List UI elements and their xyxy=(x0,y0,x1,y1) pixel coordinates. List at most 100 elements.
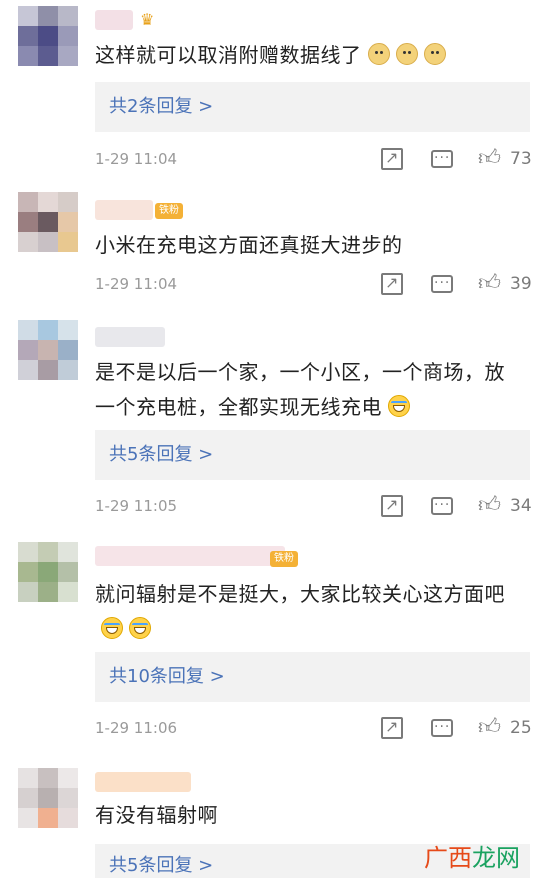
comment-text: 是不是以后一个家，一个小区，一个商场，放一个充电桩，全都实现无线充电 xyxy=(95,355,525,425)
avatar-pixel xyxy=(58,6,78,26)
comment-text-content: 小米在充电这方面还真挺大进步的 xyxy=(95,233,403,257)
avatar-pixel xyxy=(18,212,38,232)
avatar-pixel xyxy=(58,212,78,232)
comment-meta: 1-29 11:04 👍︎ 73 xyxy=(95,145,535,172)
watermark-part2: 龙网 xyxy=(472,844,520,872)
like-count: 34 xyxy=(510,496,532,516)
avatar[interactable] xyxy=(18,768,78,828)
like-count: 73 xyxy=(510,149,532,169)
avatar-pixel xyxy=(18,320,38,340)
avatar-pixel xyxy=(38,788,58,808)
avatar[interactable] xyxy=(18,192,78,252)
share-icon[interactable] xyxy=(381,145,403,171)
timestamp: 1-29 11:04 xyxy=(95,275,178,293)
avatar-pixel xyxy=(58,192,78,212)
view-replies-link[interactable]: 共5条回复 > xyxy=(95,430,530,480)
avatar-pixel xyxy=(38,320,58,340)
avatar-pixel xyxy=(58,340,78,360)
avatar-pixel xyxy=(18,360,38,380)
comment-text: 就问辐射是不是挺大，大家比较关心这方面吧 xyxy=(95,577,525,647)
comment-icon[interactable] xyxy=(431,492,453,518)
timestamp: 1-29 11:05 xyxy=(95,497,178,515)
avatar-pixel xyxy=(38,340,58,360)
avatar-pixel xyxy=(38,582,58,602)
doge-emoji-icon xyxy=(395,43,418,65)
doge-emoji-icon xyxy=(367,43,390,65)
avatar-pixel xyxy=(38,562,58,582)
username[interactable] xyxy=(95,200,153,220)
avatar-pixel xyxy=(58,320,78,340)
comment-text: 有没有辐射啊 xyxy=(95,798,530,833)
view-replies-link[interactable]: 共2条回复 > xyxy=(95,82,530,132)
avatar-pixel xyxy=(58,808,78,828)
avatar-pixel xyxy=(18,232,38,252)
avatar-pixel xyxy=(18,6,38,26)
avatar-pixel xyxy=(18,46,38,66)
comment-meta: 1-29 11:04 👍︎ 39 xyxy=(95,270,535,297)
username[interactable] xyxy=(95,327,165,347)
avatar-pixel xyxy=(38,768,58,788)
watermark-part1: 广西 xyxy=(424,844,472,872)
like-count: 25 xyxy=(510,718,532,738)
like-icon[interactable]: 👍︎ xyxy=(478,273,501,295)
share-icon[interactable] xyxy=(381,492,403,518)
comment-icon[interactable] xyxy=(431,270,453,296)
laugh-cry-emoji-icon xyxy=(388,395,410,417)
avatar[interactable] xyxy=(18,320,78,380)
avatar-pixel xyxy=(38,192,58,212)
avatar-pixel xyxy=(58,562,78,582)
doge-emoji-icon xyxy=(423,43,446,65)
avatar-pixel xyxy=(38,542,58,562)
avatar-pixel xyxy=(38,6,58,26)
fan-badge: 铁粉 xyxy=(155,203,183,219)
username[interactable] xyxy=(95,546,285,566)
avatar-pixel xyxy=(58,26,78,46)
avatar-pixel xyxy=(18,788,38,808)
share-icon[interactable] xyxy=(381,270,403,296)
comment-text-content: 这样就可以取消附赠数据线了 xyxy=(95,43,362,67)
comment-text: 这样就可以取消附赠数据线了 xyxy=(95,38,530,73)
timestamp: 1-29 11:06 xyxy=(95,719,178,737)
comment-meta: 1-29 11:05 👍︎ 34 xyxy=(95,492,535,519)
like-icon[interactable]: 👍︎ xyxy=(478,495,501,517)
avatar-pixel xyxy=(18,582,38,602)
share-icon[interactable] xyxy=(381,714,403,740)
avatar-pixel xyxy=(38,26,58,46)
username[interactable] xyxy=(95,10,133,30)
avatar[interactable] xyxy=(18,542,78,602)
avatar-pixel xyxy=(58,582,78,602)
avatar-pixel xyxy=(38,232,58,252)
comment-text-content: 就问辐射是不是挺大，大家比较关心这方面吧 xyxy=(95,582,505,606)
avatar-pixel xyxy=(58,788,78,808)
avatar-pixel xyxy=(58,360,78,380)
avatar[interactable] xyxy=(18,6,78,66)
comment-icon[interactable] xyxy=(431,145,453,171)
avatar-pixel xyxy=(38,212,58,232)
avatar-pixel xyxy=(18,340,38,360)
comment-text-content: 是不是以后一个家，一个小区，一个商场，放一个充电桩，全都实现无线充电 xyxy=(95,360,505,419)
fan-badge: 铁粉 xyxy=(270,551,298,567)
avatar-pixel xyxy=(58,232,78,252)
view-replies-link[interactable]: 共10条回复 > xyxy=(95,652,530,702)
crown-icon: ♛ xyxy=(140,10,155,29)
like-icon[interactable]: 👍︎ xyxy=(478,148,501,170)
like-icon[interactable]: 👍︎ xyxy=(478,717,501,739)
avatar-pixel xyxy=(38,360,58,380)
avatar-pixel xyxy=(18,26,38,46)
comment-text-content: 有没有辐射啊 xyxy=(95,803,218,827)
avatar-pixel xyxy=(38,808,58,828)
comment-meta: 1-29 11:06 👍︎ 25 xyxy=(95,714,535,741)
avatar-pixel xyxy=(38,46,58,66)
like-count: 39 xyxy=(510,274,532,294)
username[interactable] xyxy=(95,772,191,792)
avatar-pixel xyxy=(18,542,38,562)
avatar-pixel xyxy=(58,768,78,788)
watermark: 广西龙网 xyxy=(424,838,520,873)
comment-text: 小米在充电这方面还真挺大进步的 xyxy=(95,228,530,263)
avatar-pixel xyxy=(18,768,38,788)
avatar-pixel xyxy=(58,46,78,66)
comment-icon[interactable] xyxy=(431,714,453,740)
avatar-pixel xyxy=(58,542,78,562)
laugh-cry-emoji-icon xyxy=(101,617,123,639)
timestamp: 1-29 11:04 xyxy=(95,150,178,168)
